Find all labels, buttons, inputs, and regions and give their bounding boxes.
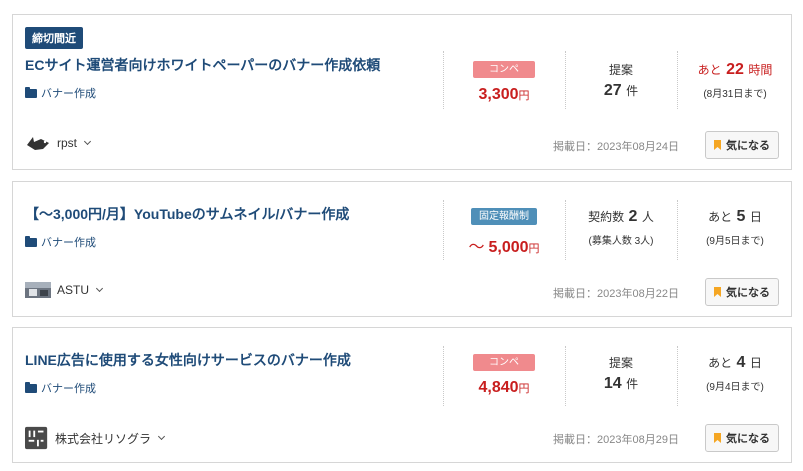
contract-count: 2	[628, 208, 638, 225]
job-card[interactable]: 【〜3,000円/月】YouTubeのサムネイル/バナー作成 バナー作成 固定報…	[12, 181, 792, 317]
price-value: 〜 5,000円	[468, 239, 540, 256]
bookmark-icon	[714, 140, 721, 150]
contest-type-pill: コンペ	[473, 354, 535, 371]
category-label: バナー作成	[41, 237, 96, 249]
posted-date: 掲載日：2023年08月22日	[553, 288, 679, 300]
favorite-button[interactable]: 気になる	[705, 424, 779, 452]
owner[interactable]: 株式会社リソグラ	[25, 426, 166, 450]
chevron-down-icon	[83, 137, 92, 146]
photo-avatar-icon	[25, 282, 51, 298]
bookmark-icon	[714, 287, 721, 297]
job-card[interactable]: LINE広告に使用する女性向けサービスのバナー作成 バナー作成 コンペ 4,84…	[12, 327, 792, 463]
folder-icon	[25, 86, 37, 98]
proposal-count-column: 提案 27 件	[565, 61, 677, 100]
category-label: バナー作成	[41, 383, 96, 395]
owner[interactable]: rpst	[25, 133, 92, 153]
fixed-fee-pill: 固定報酬制	[471, 208, 537, 225]
owner[interactable]: ASTU	[25, 280, 104, 300]
deadline-date: (9月5日まで)	[706, 236, 764, 247]
deadline-date: (9月4日まで)	[706, 382, 764, 393]
chevron-down-icon	[95, 284, 104, 293]
posted-date: 掲載日：2023年08月29日	[553, 434, 679, 446]
folder-icon	[25, 381, 37, 393]
job-card[interactable]: 締切間近 ECサイト運営者向けホワイトペーパーのバナー作成依頼 バナー作成 コン…	[12, 14, 792, 170]
bookmark-icon	[714, 433, 721, 443]
owner-name: rpst	[57, 136, 78, 150]
category-link[interactable]: バナー作成	[25, 85, 96, 101]
deadline-date: (8月31日まで)	[703, 89, 767, 100]
proposal-count: 27	[603, 82, 622, 99]
deadline-column: あと 22 時間 (8月31日まで)	[677, 61, 793, 100]
deadline-number: 22	[726, 61, 744, 78]
reward-column: 固定報酬制 〜 5,000円	[443, 206, 565, 257]
folder-icon	[25, 235, 37, 247]
job-title[interactable]: 【〜3,000円/月】YouTubeのサムネイル/バナー作成	[25, 204, 349, 224]
category-link[interactable]: バナー作成	[25, 234, 96, 250]
deadline-column: あと 4 日 (9月4日まで)	[677, 354, 793, 393]
reward-column: コンペ 3,300円	[443, 59, 565, 104]
owner-name: 株式会社リソグラ	[55, 431, 152, 446]
owner-name: ASTU	[57, 283, 90, 297]
logo-avatar-icon	[25, 426, 48, 450]
price-value: 4,840円	[478, 379, 530, 396]
contract-count-column: 契約数 2 人 (募集人数 3人)	[565, 208, 677, 247]
price-value: 3,300円	[478, 86, 530, 103]
bird-avatar-icon	[27, 137, 49, 150]
job-title[interactable]: LINE広告に使用する女性向けサービスのバナー作成	[25, 350, 351, 370]
job-title[interactable]: ECサイト運営者向けホワイトペーパーのバナー作成依頼	[25, 55, 380, 75]
deadline-soon-badge: 締切間近	[25, 27, 83, 49]
category-link[interactable]: バナー作成	[25, 380, 96, 396]
reward-column: コンペ 4,840円	[443, 352, 565, 397]
category-label: バナー作成	[41, 88, 96, 100]
proposal-label: 提案	[608, 63, 633, 77]
proposal-count-column: 提案 14 件	[565, 354, 677, 393]
favorite-button[interactable]: 気になる	[705, 131, 779, 159]
proposal-label: 提案	[608, 356, 633, 370]
posted-date: 掲載日：2023年08月24日	[553, 141, 679, 153]
deadline-number: 5	[736, 208, 746, 225]
recruit-count: (募集人数 3人)	[588, 236, 654, 247]
deadline-number: 4	[736, 354, 746, 371]
deadline-column: あと 5 日 (9月5日まで)	[677, 208, 793, 247]
contest-type-pill: コンペ	[473, 61, 535, 78]
favorite-button[interactable]: 気になる	[705, 278, 779, 306]
chevron-down-icon	[157, 432, 166, 441]
proposal-count: 14	[603, 375, 622, 392]
